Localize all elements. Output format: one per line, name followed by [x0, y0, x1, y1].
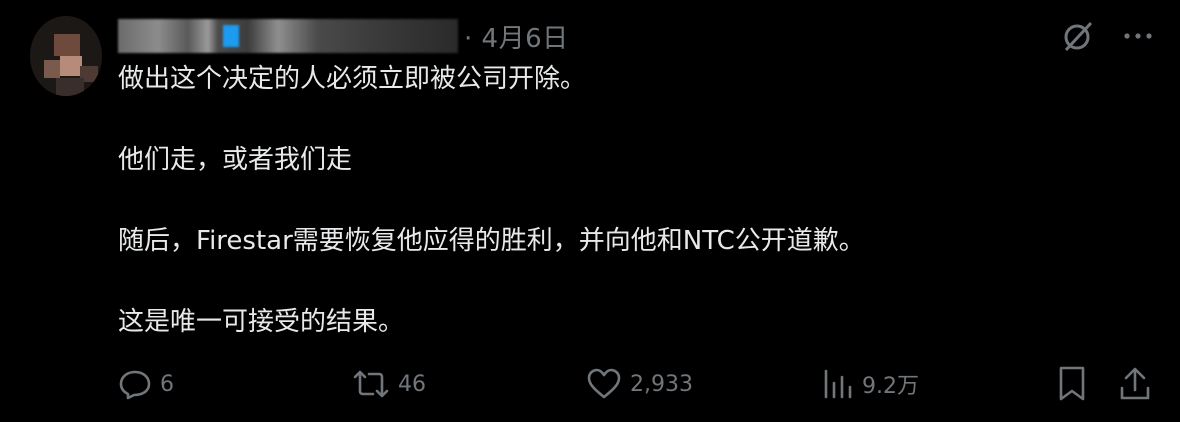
- views-icon: [822, 367, 854, 401]
- post-date-text[interactable]: 4月6日: [482, 24, 569, 54]
- share-button[interactable]: [1118, 362, 1152, 406]
- reply-button[interactable]: 6: [118, 362, 174, 406]
- post-date[interactable]: · 4月6日: [464, 18, 569, 55]
- repost-icon: [352, 367, 390, 401]
- verified-badge: [223, 25, 239, 47]
- views-button[interactable]: 9.2万: [822, 362, 919, 406]
- author-name-blurred[interactable]: [118, 19, 458, 53]
- post-content: 做出这个决定的人必须立即被公司开除。 他们走，或者我们走 随后，Firestar…: [118, 58, 1118, 343]
- post: · 4月6日 做出这个决定的人必须立即被公司开除。 他们走，或者我们走 随后，F…: [0, 0, 1180, 422]
- post-actions: 6 46 2,933 9.2万: [118, 362, 1158, 406]
- reply-count: 6: [160, 371, 174, 397]
- post-paragraph-2: 他们走，或者我们走: [118, 145, 353, 175]
- post-paragraph-4: 这是唯一可接受的结果。: [118, 307, 405, 337]
- grok-slash-icon[interactable]: [1060, 16, 1096, 56]
- like-count: 2,933: [630, 371, 693, 397]
- post-header: · 4月6日: [118, 16, 569, 56]
- more-icon[interactable]: [1120, 16, 1156, 56]
- avatar[interactable]: [30, 16, 102, 96]
- post-top-actions: [1060, 16, 1156, 56]
- post-paragraph-3: 随后，Firestar需要恢复他应得的胜利，并向他和NTC公开道歉。: [118, 226, 865, 256]
- views-count: 9.2万: [862, 374, 919, 399]
- share-icon: [1118, 366, 1152, 402]
- heart-icon: [586, 367, 622, 401]
- repost-button[interactable]: 46: [352, 362, 426, 406]
- like-button[interactable]: 2,933: [586, 362, 693, 406]
- reply-icon: [118, 367, 152, 401]
- repost-count: 46: [398, 371, 426, 397]
- post-paragraph-1: 做出这个决定的人必须立即被公司开除。: [118, 64, 587, 94]
- bookmark-icon: [1056, 365, 1088, 403]
- bookmark-button[interactable]: [1056, 362, 1088, 406]
